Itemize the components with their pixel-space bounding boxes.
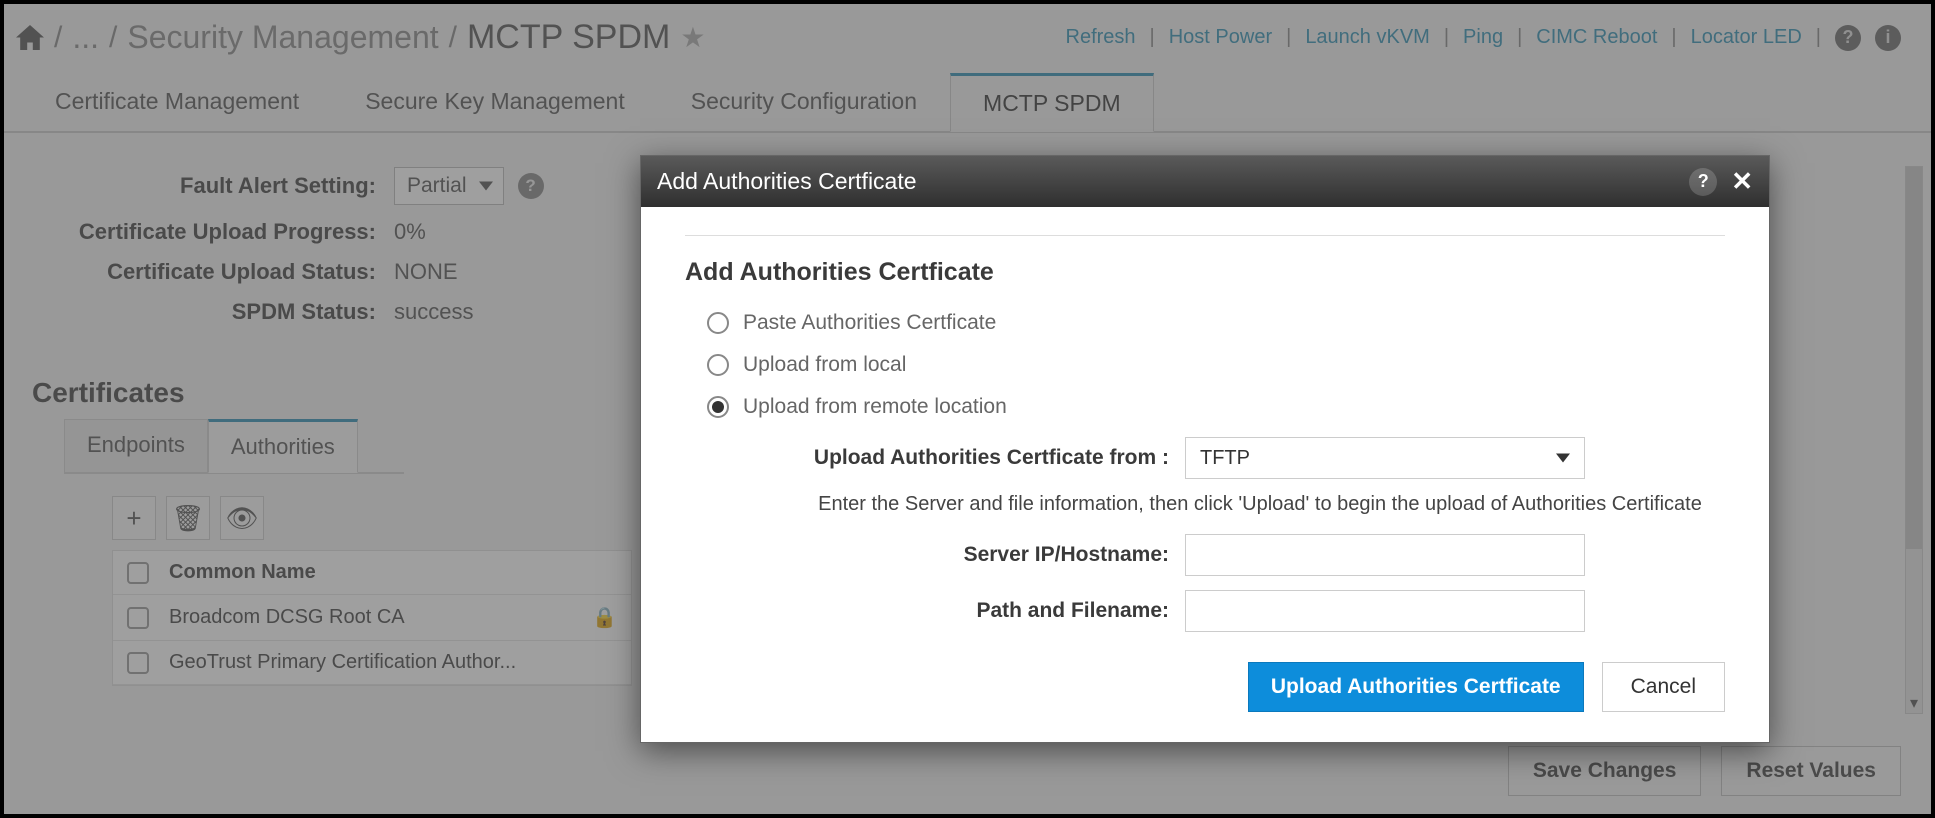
reset-values-button[interactable]: Reset Values: [1721, 746, 1901, 796]
tab-mctp-spdm[interactable]: MCTP SPDM: [950, 73, 1154, 132]
upload-from-label: Upload Authorities Certficate from :: [685, 446, 1185, 470]
action-refresh[interactable]: Refresh: [1066, 26, 1136, 49]
table-row[interactable]: GeoTrust Primary Certification Author...: [113, 641, 631, 685]
col-common-name: Common Name: [169, 561, 316, 584]
lock-icon: 🔒: [592, 605, 617, 630]
upload-status-label: Certificate Upload Status:: [34, 259, 394, 285]
server-ip-input[interactable]: [1185, 534, 1585, 576]
subtab-endpoints[interactable]: Endpoints: [64, 419, 208, 472]
upload-from-select[interactable]: TFTP: [1185, 437, 1585, 479]
modal-close-icon[interactable]: ✕: [1731, 166, 1753, 197]
action-launch-vkvm[interactable]: Launch vKVM: [1305, 26, 1430, 49]
help-icon[interactable]: ?: [1835, 25, 1861, 51]
row-checkbox[interactable]: [127, 652, 149, 674]
cert-table: Common Name Broadcom DCSG Root CA 🔒 GeoT…: [112, 550, 632, 686]
add-cert-button[interactable]: +: [112, 496, 156, 540]
path-filename-label: Path and Filename:: [685, 599, 1185, 623]
tab-security-configuration[interactable]: Security Configuration: [658, 73, 950, 132]
upload-progress-label: Certificate Upload Progress:: [34, 219, 394, 245]
radio-label: Upload from local: [743, 353, 906, 377]
table-row[interactable]: Broadcom DCSG Root CA 🔒: [113, 595, 631, 641]
scrollbar-thumb[interactable]: [1906, 167, 1922, 549]
radio-paste-cert[interactable]: Paste Authorities Certficate: [707, 311, 1725, 335]
fault-alert-label: Fault Alert Setting:: [34, 173, 394, 199]
fault-alert-value: Partial: [407, 174, 467, 198]
breadcrumb-sep: /: [109, 21, 117, 55]
home-icon[interactable]: [16, 25, 44, 50]
breadcrumb-sep: /: [54, 21, 62, 55]
help-icon[interactable]: ?: [518, 173, 544, 199]
main-tabs: Certificate Management Secure Key Manage…: [4, 73, 1931, 133]
radio-icon: [707, 354, 729, 376]
breadcrumb-parent[interactable]: Security Management: [127, 19, 438, 56]
info-icon[interactable]: i: [1875, 25, 1901, 51]
breadcrumb-sep: /: [449, 21, 457, 55]
modal-heading: Add Authorities Certficate: [685, 258, 1725, 287]
vertical-scrollbar[interactable]: ▴ ▾: [1905, 166, 1923, 714]
radio-icon: [707, 312, 729, 334]
radio-upload-local[interactable]: Upload from local: [707, 353, 1725, 377]
chevron-down-icon: [1556, 454, 1570, 463]
tab-secure-key-management[interactable]: Secure Key Management: [332, 73, 658, 132]
action-cimc-reboot[interactable]: CIMC Reboot: [1536, 26, 1657, 49]
modal-title: Add Authorities Certficate: [657, 168, 917, 195]
breadcrumb: / ... / Security Management / MCTP SPDM …: [16, 18, 705, 57]
upload-from-value: TFTP: [1200, 447, 1250, 470]
breadcrumb-ellipsis[interactable]: ...: [72, 19, 99, 56]
modal-header: Add Authorities Certficate ? ✕: [641, 156, 1769, 207]
subtab-authorities[interactable]: Authorities: [208, 419, 358, 473]
favorite-star-icon[interactable]: ★: [680, 21, 705, 54]
save-changes-button[interactable]: Save Changes: [1508, 746, 1702, 796]
scroll-down-icon[interactable]: ▾: [1906, 691, 1922, 715]
server-ip-label: Server IP/Hostname:: [685, 543, 1185, 567]
header-bar: / ... / Security Management / MCTP SPDM …: [4, 4, 1931, 63]
modal-footer: Upload Authorities Certficate Cancel: [685, 662, 1725, 712]
upload-status-value: NONE: [394, 259, 458, 285]
delete-cert-button[interactable]: 🗑: [166, 496, 210, 540]
spdm-status-value: success: [394, 299, 473, 325]
cert-name: Broadcom DCSG Root CA: [169, 606, 405, 629]
spdm-status-label: SPDM Status:: [34, 299, 394, 325]
path-filename-input[interactable]: [1185, 590, 1585, 632]
radio-label: Paste Authorities Certficate: [743, 311, 996, 335]
action-host-power[interactable]: Host Power: [1169, 26, 1272, 49]
cancel-button[interactable]: Cancel: [1602, 662, 1725, 712]
radio-icon: [707, 396, 729, 418]
action-ping[interactable]: Ping: [1463, 26, 1503, 49]
upload-progress-value: 0%: [394, 219, 426, 245]
add-authorities-modal: Add Authorities Certficate ? ✕ Add Autho…: [640, 155, 1770, 743]
radio-upload-remote[interactable]: Upload from remote location: [707, 395, 1725, 419]
breadcrumb-current: MCTP SPDM: [467, 18, 670, 57]
modal-help-icon[interactable]: ?: [1689, 168, 1717, 196]
select-all-checkbox[interactable]: [127, 562, 149, 584]
radio-label: Upload from remote location: [743, 395, 1007, 419]
row-checkbox[interactable]: [127, 607, 149, 629]
page-footer: Save Changes Reset Values: [1508, 746, 1901, 796]
fault-alert-select[interactable]: Partial: [394, 167, 504, 205]
tab-certificate-management[interactable]: Certificate Management: [22, 73, 332, 132]
view-cert-button[interactable]: 👁: [220, 496, 264, 540]
upload-hint: Enter the Server and file information, t…: [795, 493, 1725, 516]
table-header-row: Common Name: [113, 551, 631, 595]
cert-subtabs: Endpoints Authorities: [64, 419, 404, 474]
cert-name: GeoTrust Primary Certification Author...: [169, 651, 516, 674]
modal-body: Add Authorities Certficate Paste Authori…: [641, 207, 1769, 742]
header-actions: Refresh| Host Power| Launch vKVM| Ping| …: [1066, 25, 1902, 51]
chevron-down-icon: [479, 182, 493, 191]
upload-cert-button[interactable]: Upload Authorities Certficate: [1248, 662, 1584, 712]
action-locator-led[interactable]: Locator LED: [1691, 26, 1802, 49]
